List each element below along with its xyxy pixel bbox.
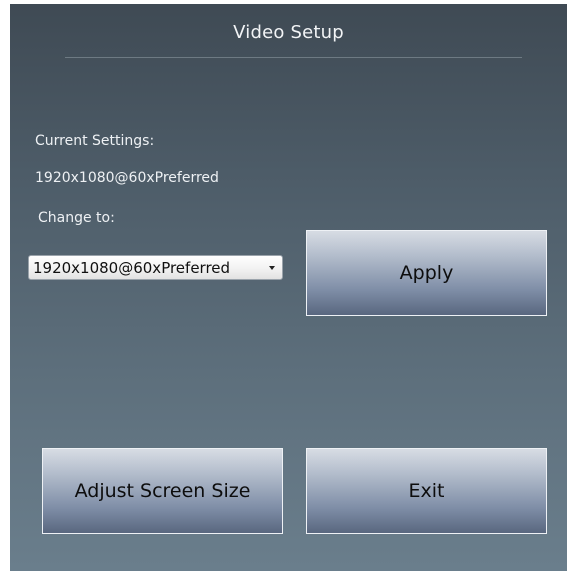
current-settings-value: 1920x1080@60xPreferred <box>35 170 219 186</box>
apply-button[interactable]: Apply <box>306 230 547 316</box>
window-title: Video Setup <box>233 22 344 43</box>
exit-button[interactable]: Exit <box>306 448 547 534</box>
title-divider <box>65 57 522 58</box>
adjust-screen-size-button[interactable]: Adjust Screen Size <box>42 448 283 534</box>
resolution-select-value: 1920x1080@60xPreferred <box>33 259 231 277</box>
change-to-label: Change to: <box>38 210 115 226</box>
current-settings-label: Current Settings: <box>35 133 155 149</box>
resolution-select[interactable]: 1920x1080@60xPreferred <box>28 255 283 280</box>
chevron-down-icon <box>269 266 275 270</box>
video-setup-window: Video Setup Current Settings: 1920x1080@… <box>10 4 567 571</box>
